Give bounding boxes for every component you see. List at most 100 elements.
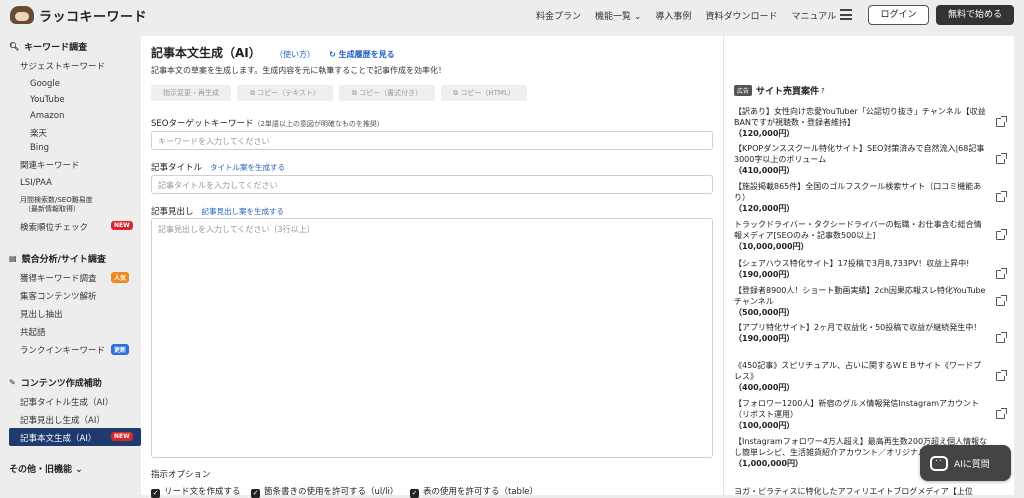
- logo-text: ラッコキーワード: [39, 9, 148, 25]
- article-heading-label: 記事見出し 記事見出し案を生成する: [151, 205, 284, 217]
- regenerate-button[interactable]: 指示変更・再生成: [151, 85, 231, 101]
- logo[interactable]: ラッコキーワード: [10, 6, 147, 25]
- listing-item[interactable]: 《450記事》スピリチュアル、占いに関するＷＥＢサイト《ワードプレス》 （400,…: [734, 360, 989, 393]
- hamburger-menu-icon[interactable]: [840, 9, 852, 20]
- section-content-creation: ✎ コンテンツ作成補助: [9, 376, 102, 389]
- button-label: コピー（テキスト）: [257, 89, 321, 97]
- section-title: その他・旧機能 ⌄: [9, 465, 83, 475]
- update-badge: 更新: [111, 344, 130, 355]
- button-label: コピー（HTML）: [460, 89, 515, 97]
- sidebar-item-body-gen[interactable]: 記事本文生成（AI） NEW: [9, 428, 141, 446]
- help-icon[interactable]: ?: [821, 87, 825, 95]
- listing-price: （120,000円）: [734, 204, 795, 213]
- section-other[interactable]: その他・旧機能 ⌄: [9, 462, 83, 475]
- sidebar: 🔍︎ キーワード調査 サジェストキーワード Google YouTube Amaz…: [0, 36, 141, 495]
- sidebar-item-rank-check[interactable]: 検索順位チェック: [20, 221, 88, 233]
- button-label: コピー（書式付き）: [359, 89, 423, 97]
- sidebar-item-amazon[interactable]: Amazon: [30, 111, 64, 121]
- listing-price: （120,000円）: [734, 129, 795, 138]
- listing-item[interactable]: 【アプリ特化サイト】2ヶ月で収益化・50投稿で収益が継続発生中！ （190,000…: [734, 322, 989, 344]
- sidebar-item-content-analysis[interactable]: 集客コンテンツ解析: [20, 290, 97, 302]
- free-start-button[interactable]: 無料で始める: [936, 5, 1014, 25]
- sidebar-item-acquired-kw[interactable]: 獲得キーワード調査: [20, 272, 97, 284]
- copy-html-button[interactable]: ⧉ コピー（HTML）: [441, 85, 527, 101]
- external-link-icon[interactable]: [996, 332, 1007, 343]
- sidebar-item-google[interactable]: Google: [30, 79, 60, 89]
- section-title: コンテンツ作成補助: [20, 379, 102, 389]
- check-allow-table[interactable]: ✓ 表の使用を許可する（table）: [410, 485, 538, 498]
- page-title: 記事本文生成（AI） （使い方） ↻ 生成履歴を見る: [151, 44, 395, 61]
- checkbox-label: 箇条書きの使用を許可する（ul/li）: [264, 487, 399, 497]
- main-panel: 記事本文生成（AI） （使い方） ↻ 生成履歴を見る 記事本文の草案を生成します…: [141, 36, 723, 498]
- listing-item[interactable]: 【KPOPダンススクール特化サイト】SEO対策済みで自然流入|68記事3000字…: [734, 143, 989, 176]
- nav-features[interactable]: 機能一覧 ⌄: [595, 9, 641, 22]
- sidebar-item-bing[interactable]: Bing: [30, 143, 49, 153]
- listing-item[interactable]: 【登録者8900人！ショート動画実績】2ch因果応報スレ特化YouTubeチャン…: [734, 285, 989, 318]
- listing-item[interactable]: 【シェアハウス特化サイト】17投稿で3月8,733PV！収益上昇中! （190,0…: [734, 258, 989, 280]
- label-text: 記事見出し: [151, 207, 194, 217]
- external-link-icon[interactable]: [996, 370, 1007, 381]
- external-link-icon[interactable]: [996, 229, 1007, 240]
- copy-text-button[interactable]: ⧉ コピー（テキスト）: [237, 85, 333, 101]
- listing-text: 【登録者8900人！ショート動画実績】2ch因果応報スレ特化YouTubeチャン…: [734, 286, 986, 306]
- nav-manual[interactable]: マニュアル: [791, 9, 836, 22]
- external-link-icon[interactable]: [996, 295, 1007, 306]
- checkbox-checked-icon: ✓: [410, 489, 419, 498]
- top-header: ラッコキーワード 料金プラン 機能一覧 ⌄ 導入事例 資料ダウンロード マニュア…: [0, 0, 1024, 30]
- external-link-icon[interactable]: [996, 268, 1007, 279]
- sidebar-item-heading-extract[interactable]: 見出し抽出: [20, 308, 63, 320]
- sidebar-item-related[interactable]: 関連キーワード: [20, 159, 80, 171]
- sidebar-item-lsi[interactable]: LSI/PAA: [20, 178, 52, 188]
- external-link-icon[interactable]: [996, 116, 1007, 127]
- listing-text: 【施設掲載865件】全国のゴルフスクール検索サイト（口コミ機能あり）: [734, 182, 982, 202]
- label-text: SEOターゲットキーワード: [151, 119, 254, 129]
- new-badge: NEW: [111, 221, 133, 230]
- external-link-icon[interactable]: [996, 153, 1007, 164]
- listing-item[interactable]: 【訳あり】女性向け恋愛YouTuber「公認切り抜き」チャンネル【収益BANです…: [734, 106, 989, 139]
- external-link-icon[interactable]: [996, 191, 1007, 202]
- ad-badge: 広告: [734, 85, 753, 96]
- popular-badge: 人気: [111, 272, 130, 283]
- page-description: 記事本文の草案を生成します。生成内容を元に執筆することで記事作成を効率化！: [151, 66, 446, 75]
- nav-cases[interactable]: 導入事例: [655, 9, 691, 22]
- seo-keyword-input[interactable]: キーワードを入力してください: [151, 131, 713, 150]
- listing-text: 【アプリ特化サイト】2ヶ月で収益化・50投稿で収益が継続発生中！: [734, 323, 982, 332]
- sidebar-item-suggest[interactable]: サジェストキーワード: [20, 60, 105, 72]
- generate-heading-link[interactable]: 記事見出し案を生成する: [202, 207, 285, 216]
- listing-text: 【訳あり】女性向け恋愛YouTuber「公認切り抜き」チャンネル【収益BANです…: [734, 107, 986, 127]
- sidebar-item-heading-gen[interactable]: 記事見出し生成（AI）: [20, 414, 105, 426]
- seo-keyword-label: SEOターゲットキーワード（2単語以上の意図が明確なものを推奨）: [151, 117, 384, 129]
- listing-price: （10,000,000円）: [734, 242, 809, 251]
- sidebar-item-title-gen[interactable]: 記事タイトル生成（AI）: [20, 396, 113, 408]
- listing-title: サイト売買案件: [756, 87, 820, 97]
- ai-question-button[interactable]: AIに質問: [920, 445, 1011, 481]
- article-title-input[interactable]: 記事タイトルを入力してください: [151, 175, 713, 194]
- nav-download[interactable]: 資料ダウンロード: [705, 9, 777, 22]
- generate-title-link[interactable]: タイトル案を生成する: [210, 163, 285, 172]
- listing-item[interactable]: トラックドライバー・タクシードライバーの転職・お仕事含む総合情報メディア[SEO…: [734, 219, 989, 252]
- listing-text: ヨガ・ピラティスに特化したアフィリエイトブログメディア【上位: [734, 487, 973, 496]
- check-allow-list[interactable]: ✓ 箇条書きの使用を許可する（ul/li）: [251, 485, 398, 498]
- history-link[interactable]: ↻ 生成履歴を見る: [329, 50, 395, 59]
- nav-pricing[interactable]: 料金プラン: [536, 9, 581, 22]
- sidebar-item-volume-sub: （最新情報取得）: [24, 205, 80, 213]
- ai-button-label: AIに質問: [954, 459, 990, 470]
- listing-item[interactable]: 【フォロワー1200人】新宿のグルメ情報発信Instagramアカウント（リポス…: [734, 398, 989, 431]
- check-lead-text[interactable]: ✓ リード文を作成する: [151, 485, 241, 498]
- external-link-icon[interactable]: [996, 408, 1007, 419]
- copy-formatted-button[interactable]: ⧉ コピー（書式付き）: [339, 85, 435, 101]
- login-button[interactable]: ログイン: [868, 5, 929, 25]
- sidebar-item-youtube[interactable]: YouTube: [30, 95, 65, 105]
- usage-link[interactable]: （使い方）: [275, 50, 315, 59]
- sidebar-item-rankin-kw[interactable]: ランクインキーワード: [20, 344, 105, 356]
- listing-price: （400,000円）: [734, 383, 795, 392]
- listing-price: （190,000円）: [734, 334, 795, 343]
- title-text: 記事本文生成（AI）: [151, 46, 261, 60]
- listing-item[interactable]: ヨガ・ピラティスに特化したアフィリエイトブログメディア【上位: [734, 486, 989, 497]
- listing-item[interactable]: 【施設掲載865件】全国のゴルフスクール検索サイト（口コミ機能あり） （120,0…: [734, 181, 989, 214]
- sidebar-item-cooccurrence[interactable]: 共起語: [20, 326, 46, 338]
- checkbox-checked-icon: ✓: [251, 489, 260, 498]
- article-heading-textarea[interactable]: 記事見出しを入力してください（3行以上）: [151, 218, 713, 458]
- history-label: 生成履歴を見る: [338, 50, 395, 59]
- sidebar-item-rakuten[interactable]: 楽天: [30, 127, 47, 139]
